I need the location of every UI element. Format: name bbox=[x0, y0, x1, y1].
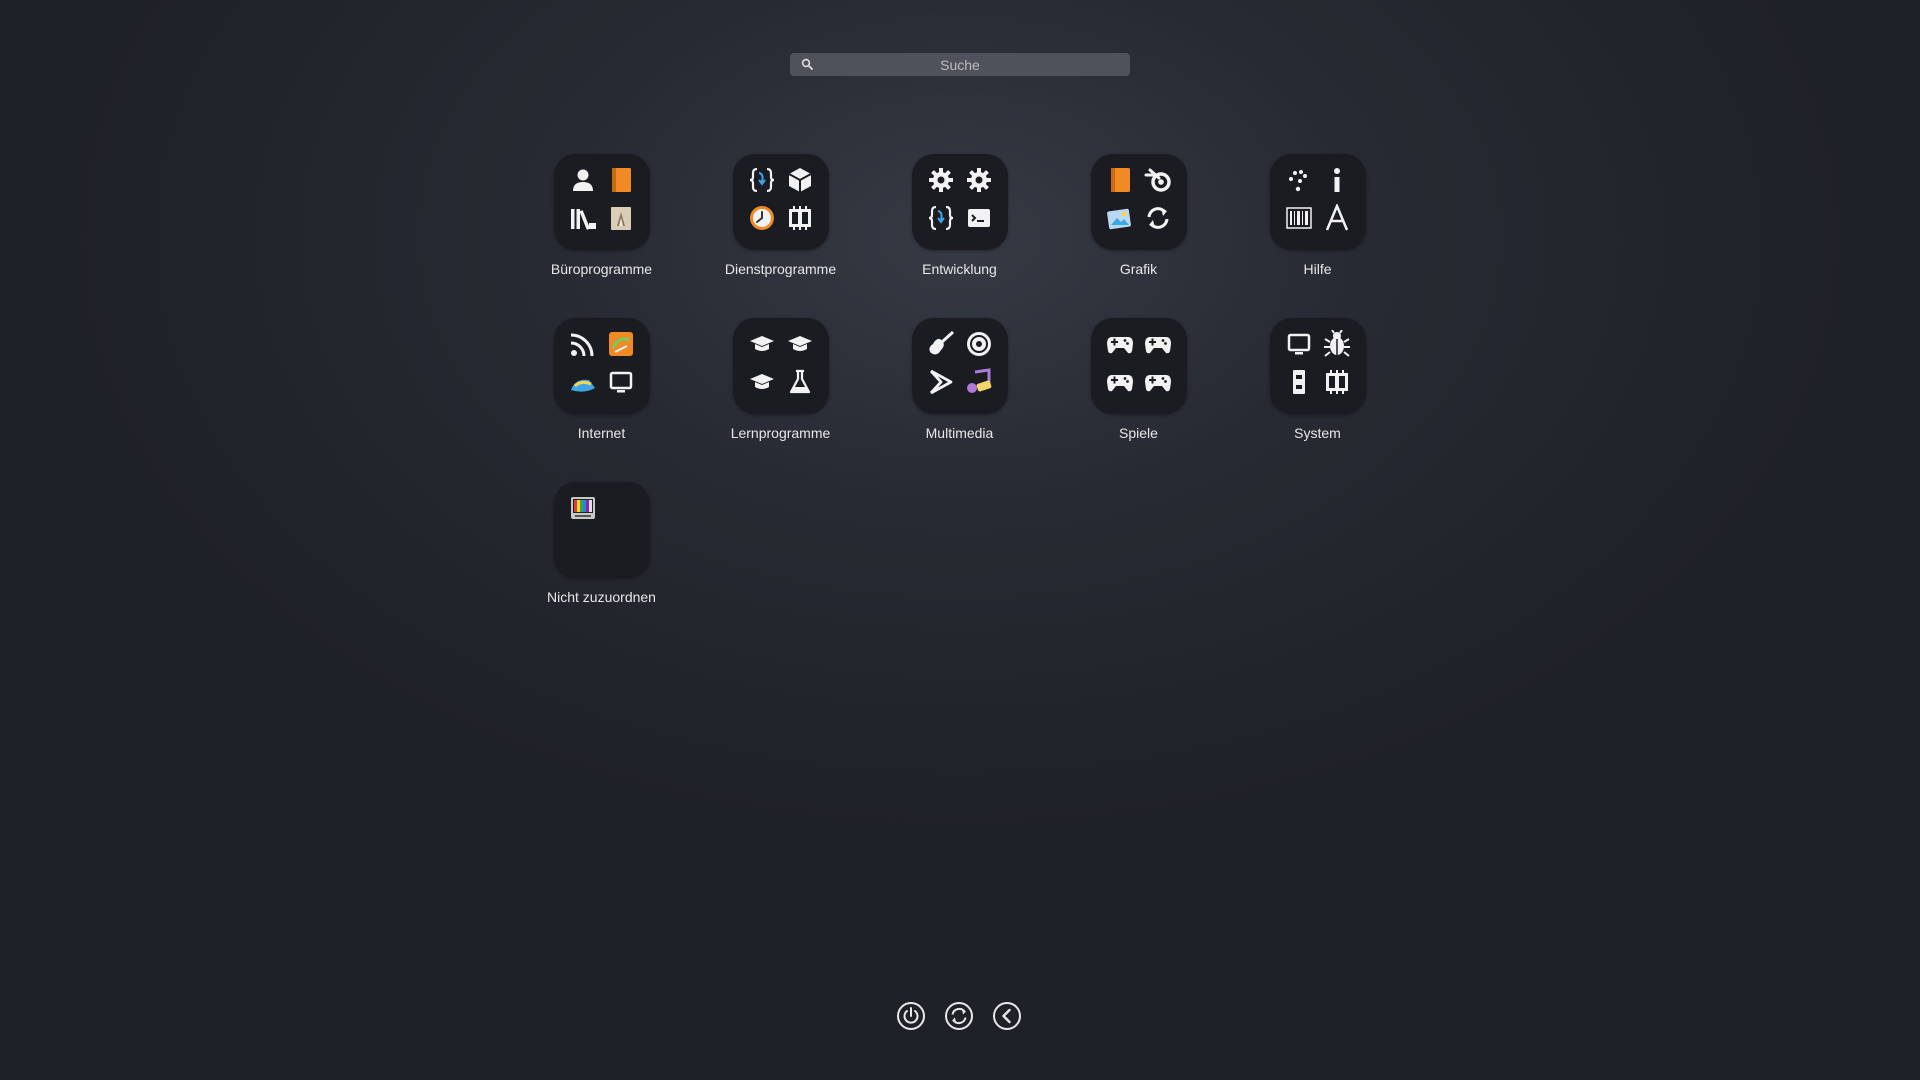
back-icon bbox=[992, 1001, 1021, 1030]
category-tile[interactable] bbox=[553, 482, 650, 578]
book-icon bbox=[611, 168, 631, 192]
category-lernprogramme[interactable]: Lernprogramme bbox=[691, 318, 870, 482]
bottom-action-bar bbox=[895, 1000, 1022, 1031]
bug-icon bbox=[1323, 330, 1350, 357]
refresh-button[interactable] bbox=[943, 1000, 974, 1031]
category-tile[interactable] bbox=[1269, 318, 1366, 414]
category-tile[interactable] bbox=[732, 154, 829, 250]
category-spiele[interactable]: Spiele bbox=[1049, 318, 1228, 482]
category-tile[interactable] bbox=[553, 154, 650, 250]
code-braces-icon bbox=[928, 205, 953, 231]
category-hilfe[interactable]: Hilfe bbox=[1228, 154, 1407, 318]
power-icon bbox=[896, 1001, 925, 1030]
graduation-cap-icon bbox=[749, 374, 774, 389]
category-label: Entwicklung bbox=[922, 261, 997, 277]
question-dots-icon bbox=[1288, 170, 1307, 192]
package-cube-icon bbox=[788, 168, 811, 192]
gamepad-icon bbox=[1144, 375, 1171, 392]
guitar-icon bbox=[928, 330, 954, 355]
memory-chip-icon bbox=[788, 206, 811, 230]
category-label: Nicht zuzuordnen bbox=[547, 589, 656, 605]
gear-icon bbox=[966, 168, 991, 192]
memory-chip-icon bbox=[1325, 370, 1348, 394]
gamepad-icon bbox=[1106, 375, 1133, 392]
disc-icon bbox=[966, 332, 991, 356]
category-label: System bbox=[1294, 425, 1341, 441]
category-label: Lernprogramme bbox=[730, 425, 831, 441]
book-icon bbox=[1110, 168, 1130, 192]
remote-desktop-icon bbox=[570, 379, 595, 392]
server-cable-icon bbox=[1292, 370, 1305, 394]
search-input[interactable] bbox=[820, 53, 1100, 76]
category-bueroprogramme[interactable]: Büroprogramme bbox=[512, 154, 691, 318]
code-braces-icon bbox=[749, 167, 774, 193]
font-icon bbox=[1325, 204, 1348, 231]
category-internet[interactable]: Internet bbox=[512, 318, 691, 482]
monitor-icon bbox=[1287, 333, 1310, 355]
library-icon bbox=[570, 209, 596, 230]
category-label: Grafik bbox=[1119, 261, 1158, 277]
category-dienstprogramme[interactable]: Dienstprogramme bbox=[691, 154, 870, 318]
category-tile[interactable] bbox=[553, 318, 650, 414]
info-icon bbox=[1333, 168, 1340, 192]
play-icon bbox=[929, 369, 952, 395]
flask-icon bbox=[789, 369, 810, 394]
back-button[interactable] bbox=[991, 1000, 1022, 1031]
category-tile[interactable] bbox=[732, 318, 829, 414]
category-tile[interactable] bbox=[911, 154, 1008, 250]
category-grid: Büroprogramme Dienstprogramme Entwicklun… bbox=[512, 154, 1407, 646]
refresh-icon bbox=[944, 1001, 973, 1030]
category-tile[interactable] bbox=[1090, 318, 1187, 414]
gamepad-icon bbox=[1144, 337, 1171, 354]
blender-icon bbox=[1144, 168, 1171, 192]
barcode-icon bbox=[1285, 207, 1312, 229]
rss-feed-icon bbox=[570, 333, 593, 357]
category-label: Dienstprogramme bbox=[724, 261, 837, 277]
clock-icon bbox=[749, 206, 774, 230]
category-nicht-zuzuordnen[interactable]: Nicht zuzuordnen bbox=[512, 482, 691, 646]
category-label: Multimedia bbox=[925, 425, 994, 441]
category-label: Hilfe bbox=[1303, 261, 1332, 277]
category-tile[interactable] bbox=[1269, 154, 1366, 250]
contacts-icon bbox=[572, 169, 593, 191]
music-tag-icon bbox=[966, 368, 991, 393]
category-label: Büroprogramme bbox=[550, 261, 653, 277]
category-grafik[interactable]: Grafik bbox=[1049, 154, 1228, 318]
tv-test-pattern-icon bbox=[570, 497, 595, 519]
search-icon bbox=[801, 58, 813, 70]
document-reader-icon bbox=[610, 207, 631, 230]
graduation-cap-icon bbox=[787, 336, 812, 351]
sync-icon bbox=[1147, 207, 1168, 229]
category-tile[interactable] bbox=[1090, 154, 1187, 250]
monitor-icon bbox=[609, 371, 632, 393]
terminal-icon bbox=[967, 209, 990, 227]
category-system[interactable]: System bbox=[1228, 318, 1407, 482]
gamepad-icon bbox=[1106, 337, 1133, 354]
category-multimedia[interactable]: Multimedia bbox=[870, 318, 1049, 482]
gear-icon bbox=[928, 168, 953, 192]
category-tile[interactable] bbox=[911, 318, 1008, 414]
category-label: Spiele bbox=[1119, 425, 1158, 441]
web-app-icon bbox=[608, 332, 633, 356]
category-entwicklung[interactable]: Entwicklung bbox=[870, 154, 1049, 318]
search-bar[interactable] bbox=[790, 53, 1130, 76]
power-button[interactable] bbox=[895, 1000, 926, 1031]
category-label: Internet bbox=[577, 425, 626, 441]
graduation-cap-icon bbox=[749, 336, 774, 351]
image-viewer-icon bbox=[1106, 208, 1131, 230]
